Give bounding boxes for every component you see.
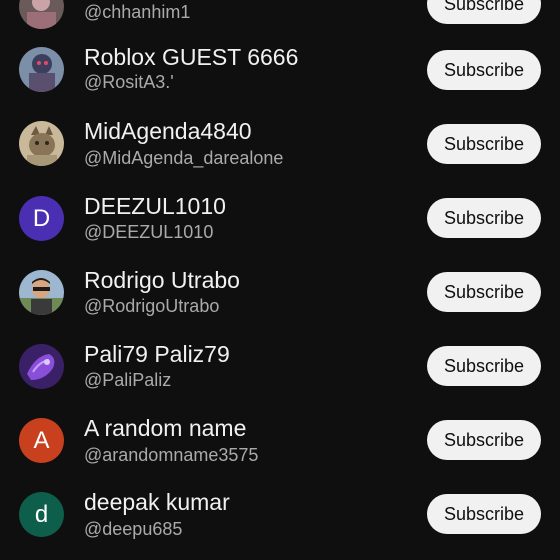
channel-handle: @deepu685 xyxy=(84,519,183,539)
channel-row[interactable]: A A random name @arandomname3575 Subscri… xyxy=(0,402,560,476)
channel-avatar[interactable] xyxy=(19,344,64,389)
channel-name[interactable]: Pali79 Paliz79 xyxy=(84,343,230,366)
channel-handle: @PaliPaliz xyxy=(84,370,172,390)
subscribe-button[interactable]: Subscribe xyxy=(427,420,541,460)
channel-handle: @RositA3.' xyxy=(84,72,174,92)
subscribe-button[interactable]: Subscribe xyxy=(427,0,541,24)
channel-avatar[interactable] xyxy=(19,270,64,315)
letter-avatar[interactable]: D xyxy=(19,196,64,241)
subscription-list: @chhanhim1 Subscribe Roblox GUEST 6666 @… xyxy=(0,0,560,560)
channel-handle: @arandomname3575 xyxy=(84,445,259,465)
channel-handle: @RodrigoUtrabo xyxy=(84,296,220,316)
channel-handle: @MidAgenda_darealone xyxy=(84,148,284,168)
channel-name[interactable]: A random name xyxy=(84,417,246,440)
channel-row[interactable]: Pali79 Paliz79 @PaliPaliz Subscribe xyxy=(0,328,560,402)
channel-row[interactable]: d deepak kumar @deepu685 Subscribe xyxy=(0,476,560,550)
channel-handle: @DEEZUL1010 xyxy=(84,222,214,242)
cat-avatar[interactable] xyxy=(19,121,64,166)
channel-row[interactable]: Rodrigo Utrabo @RodrigoUtrabo Subscribe xyxy=(0,254,560,328)
subscribe-button[interactable]: Subscribe xyxy=(427,494,541,534)
letter-avatar[interactable]: d xyxy=(19,492,64,537)
subscribe-button[interactable]: Subscribe xyxy=(427,198,541,238)
channel-row[interactable]: Roblox GUEST 6666 @RositA3.' Subscribe xyxy=(0,32,560,106)
subscribe-button[interactable]: Subscribe xyxy=(427,124,541,164)
channel-name[interactable]: deepak kumar xyxy=(84,491,230,514)
letter-avatar[interactable]: A xyxy=(19,418,64,463)
subscribe-button[interactable]: Subscribe xyxy=(427,346,541,386)
channel-avatar[interactable] xyxy=(19,47,64,92)
channel-name[interactable]: DEEZUL1010 xyxy=(84,195,226,218)
channel-row[interactable]: MidAgenda4840 @MidAgenda_darealone Subsc… xyxy=(0,106,560,180)
channel-avatar[interactable] xyxy=(19,0,64,29)
channel-handle: @chhanhim1 xyxy=(84,2,191,22)
channel-row[interactable]: D DEEZUL1010 @DEEZUL1010 Subscribe xyxy=(0,180,560,254)
subscribe-button[interactable]: Subscribe xyxy=(427,50,541,90)
channel-name[interactable]: Roblox GUEST 6666 xyxy=(84,46,298,69)
subscribe-button[interactable]: Subscribe xyxy=(427,272,541,312)
channel-name[interactable]: Rodrigo Utrabo xyxy=(84,269,240,292)
channel-name[interactable]: MidAgenda4840 xyxy=(84,120,252,143)
